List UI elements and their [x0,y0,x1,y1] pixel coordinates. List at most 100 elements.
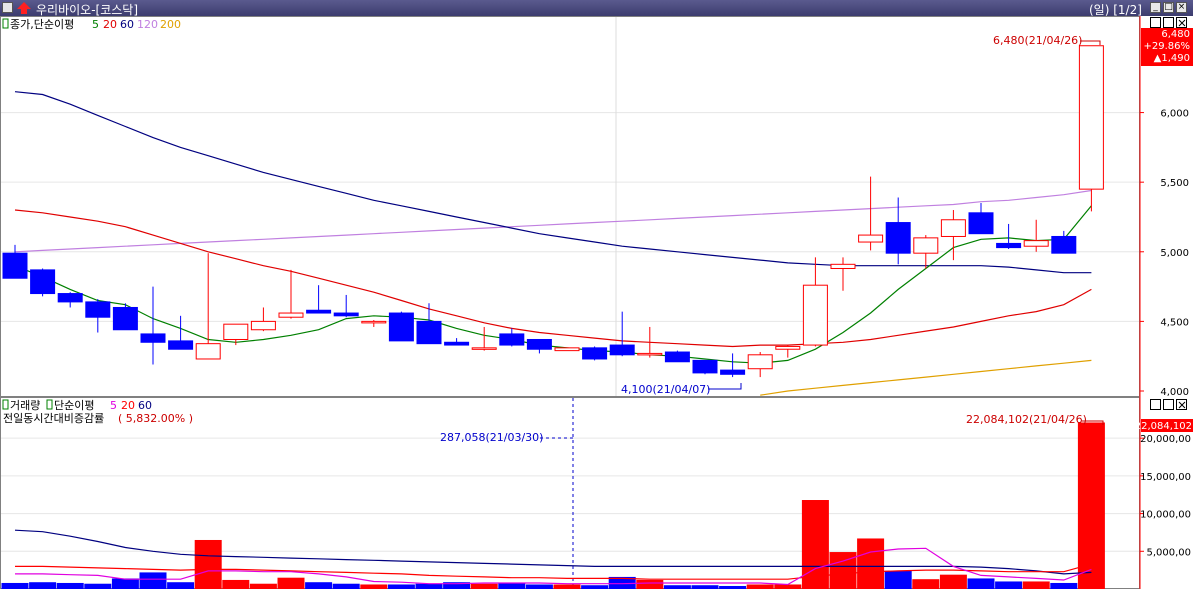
candle-body [940,219,966,237]
candle-body [747,354,773,370]
candle-body [582,347,608,360]
volume-bar [56,582,84,589]
price-axis-ticks: 6,000 5,500 5,000 4,500 4,000 [1140,109,1189,398]
volume-moving-average-lines [14,529,1092,586]
volume-bar [277,577,305,589]
candle-body [112,306,138,331]
legend-toggle-volume[interactable] [2,399,9,410]
candle-body [664,351,690,363]
volume-ma60-line [14,529,1092,575]
volume-bar [774,584,802,589]
candle-body [471,347,497,350]
volume-panel-frame [0,397,1140,589]
candle-body [195,343,221,360]
candle-body [416,320,442,345]
candle-body [1023,240,1049,247]
max-volume-label: 22,084,102(21/04/26) [966,413,1087,426]
candle-body [775,345,801,350]
volume-bar [1050,582,1078,589]
low-price-label: 4,100(21/04/07) [621,383,710,396]
legend-ma120: 120 [137,18,158,31]
legend-toggle-volume-ma[interactable] [46,399,53,410]
volume-bar [139,572,167,589]
volume-bar [912,579,940,589]
high-price-label: 6,480(21/04/26) [993,34,1082,47]
volume-subtitle-value: ( 5,832.00% ) [118,412,193,425]
volume-bar [194,539,222,589]
volume-bar [111,578,139,589]
candle-body [306,309,332,314]
volume-panel-maximize-button[interactable] [1163,399,1174,410]
candle-body [1078,45,1104,190]
volume-bar [1077,422,1105,589]
volume-bar [470,583,498,589]
candle-body [637,352,663,356]
volume-bar [581,585,609,589]
volume-panel-buttons[interactable] [1150,399,1187,410]
price-tick-label: 4,500 [1160,317,1189,328]
volume-bar [29,582,57,589]
legend-ma200: 200 [160,18,181,31]
price-panel-maximize-button[interactable] [1163,17,1174,28]
volume-bar [857,538,885,589]
volume-bar [1,582,29,589]
candle-body [692,359,718,374]
volume-bars [1,422,1105,589]
candle-body [554,347,580,352]
candle-body [57,293,83,303]
candle-body [388,312,414,342]
volume-bar [305,582,333,589]
volume-panel-minimize-button[interactable] [1150,399,1161,410]
candle-body [140,333,166,343]
candlestick-series [2,45,1104,378]
ma200-line [760,359,1092,396]
cursor-volume-label: 287,058(21/03/30) [440,431,543,444]
grid-lines [1,17,1139,552]
candle-body [85,301,111,318]
price-panel-minimize-button[interactable] [1150,17,1161,28]
volume-subtitle: 전일동시간대비증감률 [3,411,104,425]
volume-bar [553,584,581,589]
candle-body [361,320,387,324]
current-volume: 22,084,102 [1135,421,1192,432]
candle-body [526,338,552,350]
volume-axis-ticks: 20,000,00 15,000,00 10,000,00 5,000,00 [1140,434,1191,558]
candle-body [30,269,56,295]
legend-vol-ma5: 5 [110,399,117,412]
volume-tick-label: 10,000,00 [1140,510,1191,521]
legend-vol-ma20: 20 [121,399,135,412]
volume-tick-label: 20,000,00 [1140,434,1191,445]
low-price-arrow [708,383,742,390]
change-amount: ▲1,490 [1154,53,1190,64]
volume-bar [967,578,995,589]
volume-bar [387,584,415,589]
candle-body [885,222,911,254]
legend-toggle-price[interactable] [2,18,9,29]
volume-bar [498,582,526,589]
price-tick-label: 4,000 [1160,387,1189,398]
price-tick-label: 6,000 [1160,109,1189,120]
price-tick-label: 5,000 [1160,248,1189,259]
ma20-line [14,209,1092,348]
candle-body [223,323,249,340]
volume-bar [1022,581,1050,589]
candle-body [444,341,470,346]
candle-body [913,237,939,254]
volume-bar [691,585,719,589]
ma5-line [14,205,1092,364]
volume-bar [332,583,360,589]
candle-body [802,284,828,346]
volume-bar [663,585,691,589]
candle-body [168,340,194,350]
volume-tick-label: 15,000,00 [1140,472,1191,483]
legend-ma60: 60 [120,18,134,31]
price-panel-buttons[interactable] [1150,17,1187,28]
volume-bar [84,583,112,589]
current-price: 6,480 [1161,29,1190,40]
candle-body [720,369,746,375]
volume-tick-label: 5,000,00 [1146,547,1191,558]
price-tick-label: 5,500 [1160,178,1189,189]
stock-chart[interactable]: 6,000 5,500 5,000 4,500 4,000 20,000,00 15,00… [0,0,1193,589]
volume-bar [167,582,195,589]
legend-title-volume: 거래량 [10,399,40,412]
